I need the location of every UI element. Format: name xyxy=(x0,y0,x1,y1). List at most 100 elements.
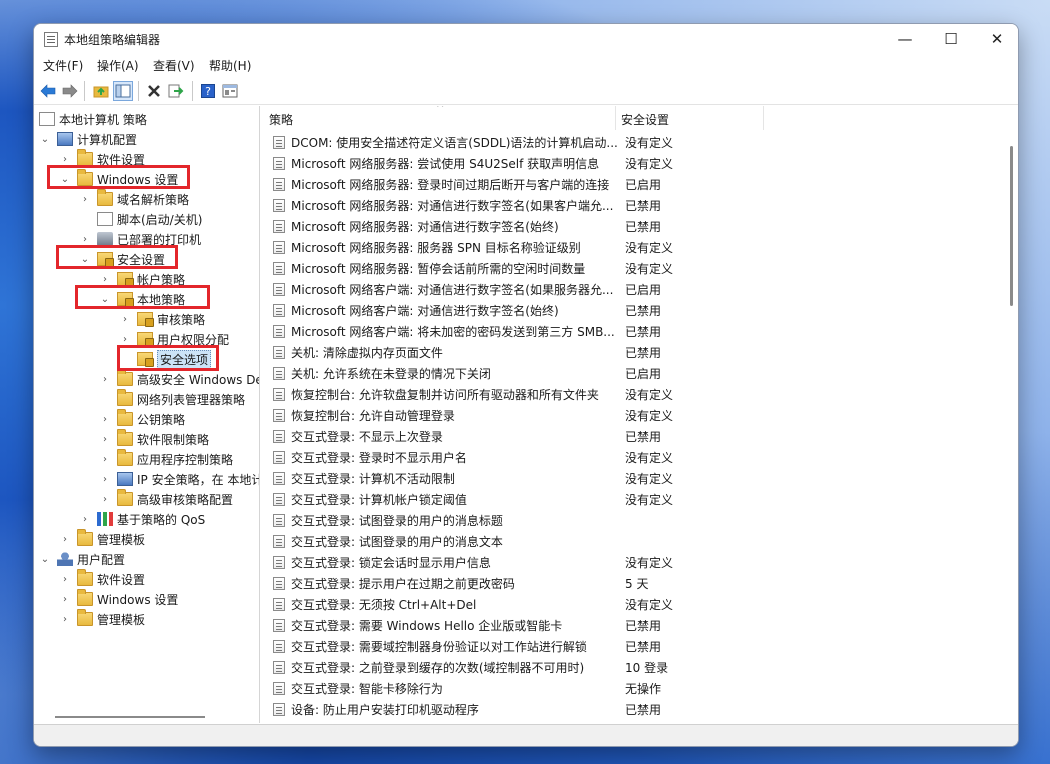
column-separator[interactable] xyxy=(763,106,764,130)
menu-action[interactable]: 操作(A) xyxy=(97,57,139,74)
policy-row[interactable]: 交互式登录: 试图登录的用户的消息文本 xyxy=(263,531,1003,552)
policy-name: 交互式登录: 计算机帐户锁定阈值 xyxy=(291,493,467,507)
policy-row[interactable]: 关机: 清除虚拟内存页面文件 已禁用 xyxy=(263,342,1003,363)
policy-row[interactable]: 交互式登录: 登录时不显示用户名 没有定义 xyxy=(263,447,1003,468)
chevron-right-icon[interactable]: › xyxy=(59,153,71,165)
menu-file[interactable]: 文件(F) xyxy=(43,57,83,74)
chevron-right-icon[interactable]: › xyxy=(99,373,111,385)
chevron-right-icon[interactable]: › xyxy=(119,313,131,325)
vertical-scrollbar[interactable] xyxy=(1010,146,1013,306)
policy-row[interactable]: Microsoft 网络客户端: 对通信进行数字签名(始终) 已禁用 xyxy=(263,300,1003,321)
tree-pane[interactable]: 本地计算机 策略 ⌄ 计算机配置 › 软件设置 ⌄ Windows 设置 › 域… xyxy=(35,106,260,723)
tree-admin-templates[interactable]: › 管理模板 xyxy=(59,529,145,549)
policy-list-pane[interactable]: ^ 策略 安全设置 DCOM: 使用安全描述符定义语言(SDDL)语法的计算机启… xyxy=(263,106,1018,723)
policy-row[interactable]: 交互式登录: 计算机不活动限制 没有定义 xyxy=(263,468,1003,489)
tree-horizontal-scrollbar[interactable] xyxy=(55,716,205,718)
help-button[interactable]: ? xyxy=(198,81,218,101)
policy-row[interactable]: Microsoft 网络客户端: 将未加密的密码发送到第三方 SMB... 已禁用 xyxy=(263,321,1003,342)
up-folder-button[interactable] xyxy=(91,81,111,101)
chevron-right-icon[interactable]: › xyxy=(59,573,71,585)
policy-row[interactable]: 交互式登录: 计算机帐户锁定阈值 没有定义 xyxy=(263,489,1003,510)
tree-ip-security[interactable]: › IP 安全策略，在 本地计 xyxy=(99,469,259,489)
policy-name: 交互式登录: 不显示上次登录 xyxy=(291,430,443,444)
tree-user-admin-templates[interactable]: › 管理模板 xyxy=(59,609,145,629)
tree-network-list[interactable]: 网络列表管理器策略 xyxy=(117,389,245,409)
tree-software-restriction[interactable]: › 软件限制策略 xyxy=(99,429,209,449)
show-hide-tree-button[interactable] xyxy=(113,81,133,101)
delete-button[interactable] xyxy=(144,81,164,101)
tree-label: 管理模板 xyxy=(97,532,146,547)
menu-view[interactable]: 查看(V) xyxy=(153,57,195,74)
tree-user-config[interactable]: ⌄ 用户配置 xyxy=(39,549,125,569)
maximize-button[interactable]: ☐ xyxy=(928,24,974,54)
policy-row[interactable]: 交互式登录: 不显示上次登录 已禁用 xyxy=(263,426,1003,447)
policy-setting-value: 没有定义 xyxy=(625,451,674,465)
export-list-button[interactable] xyxy=(166,81,186,101)
column-header-policy[interactable]: 策略 xyxy=(269,111,293,128)
tree-qos[interactable]: › 基于策略的 QoS xyxy=(79,509,205,529)
chevron-right-icon[interactable]: › xyxy=(79,233,91,245)
tree-app-control[interactable]: › 应用程序控制策略 xyxy=(99,449,233,469)
chevron-right-icon[interactable]: › xyxy=(99,273,111,285)
policy-document-icon xyxy=(39,112,55,126)
policy-row[interactable]: 恢复控制台: 允许软盘复制并访问所有驱动器和所有文件夹 没有定义 xyxy=(263,384,1003,405)
properties-button[interactable] xyxy=(220,81,240,101)
policy-row[interactable]: Microsoft 网络服务器: 对通信进行数字签名(始终) 已禁用 xyxy=(263,216,1003,237)
policy-setting-icon xyxy=(273,577,285,590)
chevron-right-icon[interactable]: › xyxy=(59,593,71,605)
chevron-right-icon[interactable]: › xyxy=(59,533,71,545)
tree-name-resolution[interactable]: › 域名解析策略 xyxy=(79,189,189,209)
close-icon: ✕ xyxy=(990,30,1004,48)
policy-row[interactable]: Microsoft 网络服务器: 暂停会话前所需的空闲时间数量 没有定义 xyxy=(263,258,1003,279)
minimize-button[interactable]: — xyxy=(882,24,928,54)
column-separator[interactable] xyxy=(615,106,616,130)
policy-row[interactable]: 交互式登录: 提示用户在过期之前更改密码 5 天 xyxy=(263,573,1003,594)
policy-row[interactable]: 交互式登录: 试图登录的用户的消息标题 xyxy=(263,510,1003,531)
policy-row[interactable]: 交互式登录: 需要 Windows Hello 企业版或智能卡 已禁用 xyxy=(263,615,1003,636)
policy-setting-icon xyxy=(273,178,285,191)
policy-row[interactable]: 设备: 防止用户安装打印机驱动程序 已禁用 xyxy=(263,699,1003,720)
tree-label: Windows 设置 xyxy=(97,592,179,607)
tree-user-software[interactable]: › 软件设置 xyxy=(59,569,145,589)
close-button[interactable]: ✕ xyxy=(974,24,1018,54)
chevron-right-icon[interactable]: › xyxy=(99,453,111,465)
policy-row[interactable]: 交互式登录: 无须按 Ctrl+Alt+Del 没有定义 xyxy=(263,594,1003,615)
chevron-right-icon[interactable]: › xyxy=(79,513,91,525)
policy-row[interactable]: DCOM: 使用安全描述符定义语言(SDDL)语法的计算机启动... 没有定义 xyxy=(263,132,1003,153)
forward-button[interactable] xyxy=(60,81,80,101)
tree-advanced-firewall[interactable]: › 高级安全 Windows De xyxy=(99,369,259,389)
chevron-down-icon[interactable]: ⌄ xyxy=(39,133,51,145)
tree-audit-policy[interactable]: › 审核策略 xyxy=(119,309,205,329)
policy-row[interactable]: Microsoft 网络服务器: 登录时间过期后断开与客户端的连接 已启用 xyxy=(263,174,1003,195)
tree-root[interactable]: 本地计算机 策略 xyxy=(39,109,147,129)
policy-row[interactable]: Microsoft 网络服务器: 尝试使用 S4U2Self 获取声明信息 没有定… xyxy=(263,153,1003,174)
policy-row[interactable]: 交互式登录: 智能卡移除行为 无操作 xyxy=(263,678,1003,699)
column-header-setting[interactable]: 安全设置 xyxy=(621,111,669,128)
policy-row[interactable]: Microsoft 网络服务器: 对通信进行数字签名(如果客户端允... 已禁用 xyxy=(263,195,1003,216)
policy-row[interactable]: 恢复控制台: 允许自动管理登录 没有定义 xyxy=(263,405,1003,426)
chevron-down-icon[interactable]: ⌄ xyxy=(39,553,51,565)
policy-row[interactable]: 交互式登录: 锁定会话时显示用户信息 没有定义 xyxy=(263,552,1003,573)
policy-name: 关机: 清除虚拟内存页面文件 xyxy=(291,346,443,360)
tree-user-windows[interactable]: › Windows 设置 xyxy=(59,589,178,609)
tree-public-key[interactable]: › 公钥策略 xyxy=(99,409,185,429)
title-bar[interactable]: 本地组策略编辑器 — ☐ ✕ xyxy=(34,24,1018,54)
chevron-right-icon[interactable]: › xyxy=(59,613,71,625)
menu-help[interactable]: 帮助(H) xyxy=(209,57,251,74)
chevron-right-icon[interactable]: › xyxy=(99,493,111,505)
tree-scripts[interactable]: 脚本(启动/关机) xyxy=(97,209,202,229)
chevron-right-icon[interactable]: › xyxy=(99,433,111,445)
tree-computer-config[interactable]: ⌄ 计算机配置 xyxy=(39,129,137,149)
policy-setting-icon xyxy=(273,136,285,149)
chevron-right-icon[interactable]: › xyxy=(99,413,111,425)
back-button[interactable] xyxy=(38,81,58,101)
policy-row[interactable]: 交互式登录: 需要域控制器身份验证以对工作站进行解锁 已禁用 xyxy=(263,636,1003,657)
policy-row[interactable]: 关机: 允许系统在未登录的情况下关闭 已启用 xyxy=(263,363,1003,384)
policy-row[interactable]: 交互式登录: 之前登录到缓存的次数(域控制器不可用时) 10 登录 xyxy=(263,657,1003,678)
chevron-right-icon[interactable]: › xyxy=(119,333,131,345)
tree-advanced-audit[interactable]: › 高级审核策略配置 xyxy=(99,489,233,509)
chevron-right-icon[interactable]: › xyxy=(99,473,111,485)
policy-row[interactable]: Microsoft 网络客户端: 对通信进行数字签名(如果服务器允... 已启用 xyxy=(263,279,1003,300)
policy-row[interactable]: Microsoft 网络服务器: 服务器 SPN 目标名称验证级别 没有定义 xyxy=(263,237,1003,258)
chevron-right-icon[interactable]: › xyxy=(79,193,91,205)
